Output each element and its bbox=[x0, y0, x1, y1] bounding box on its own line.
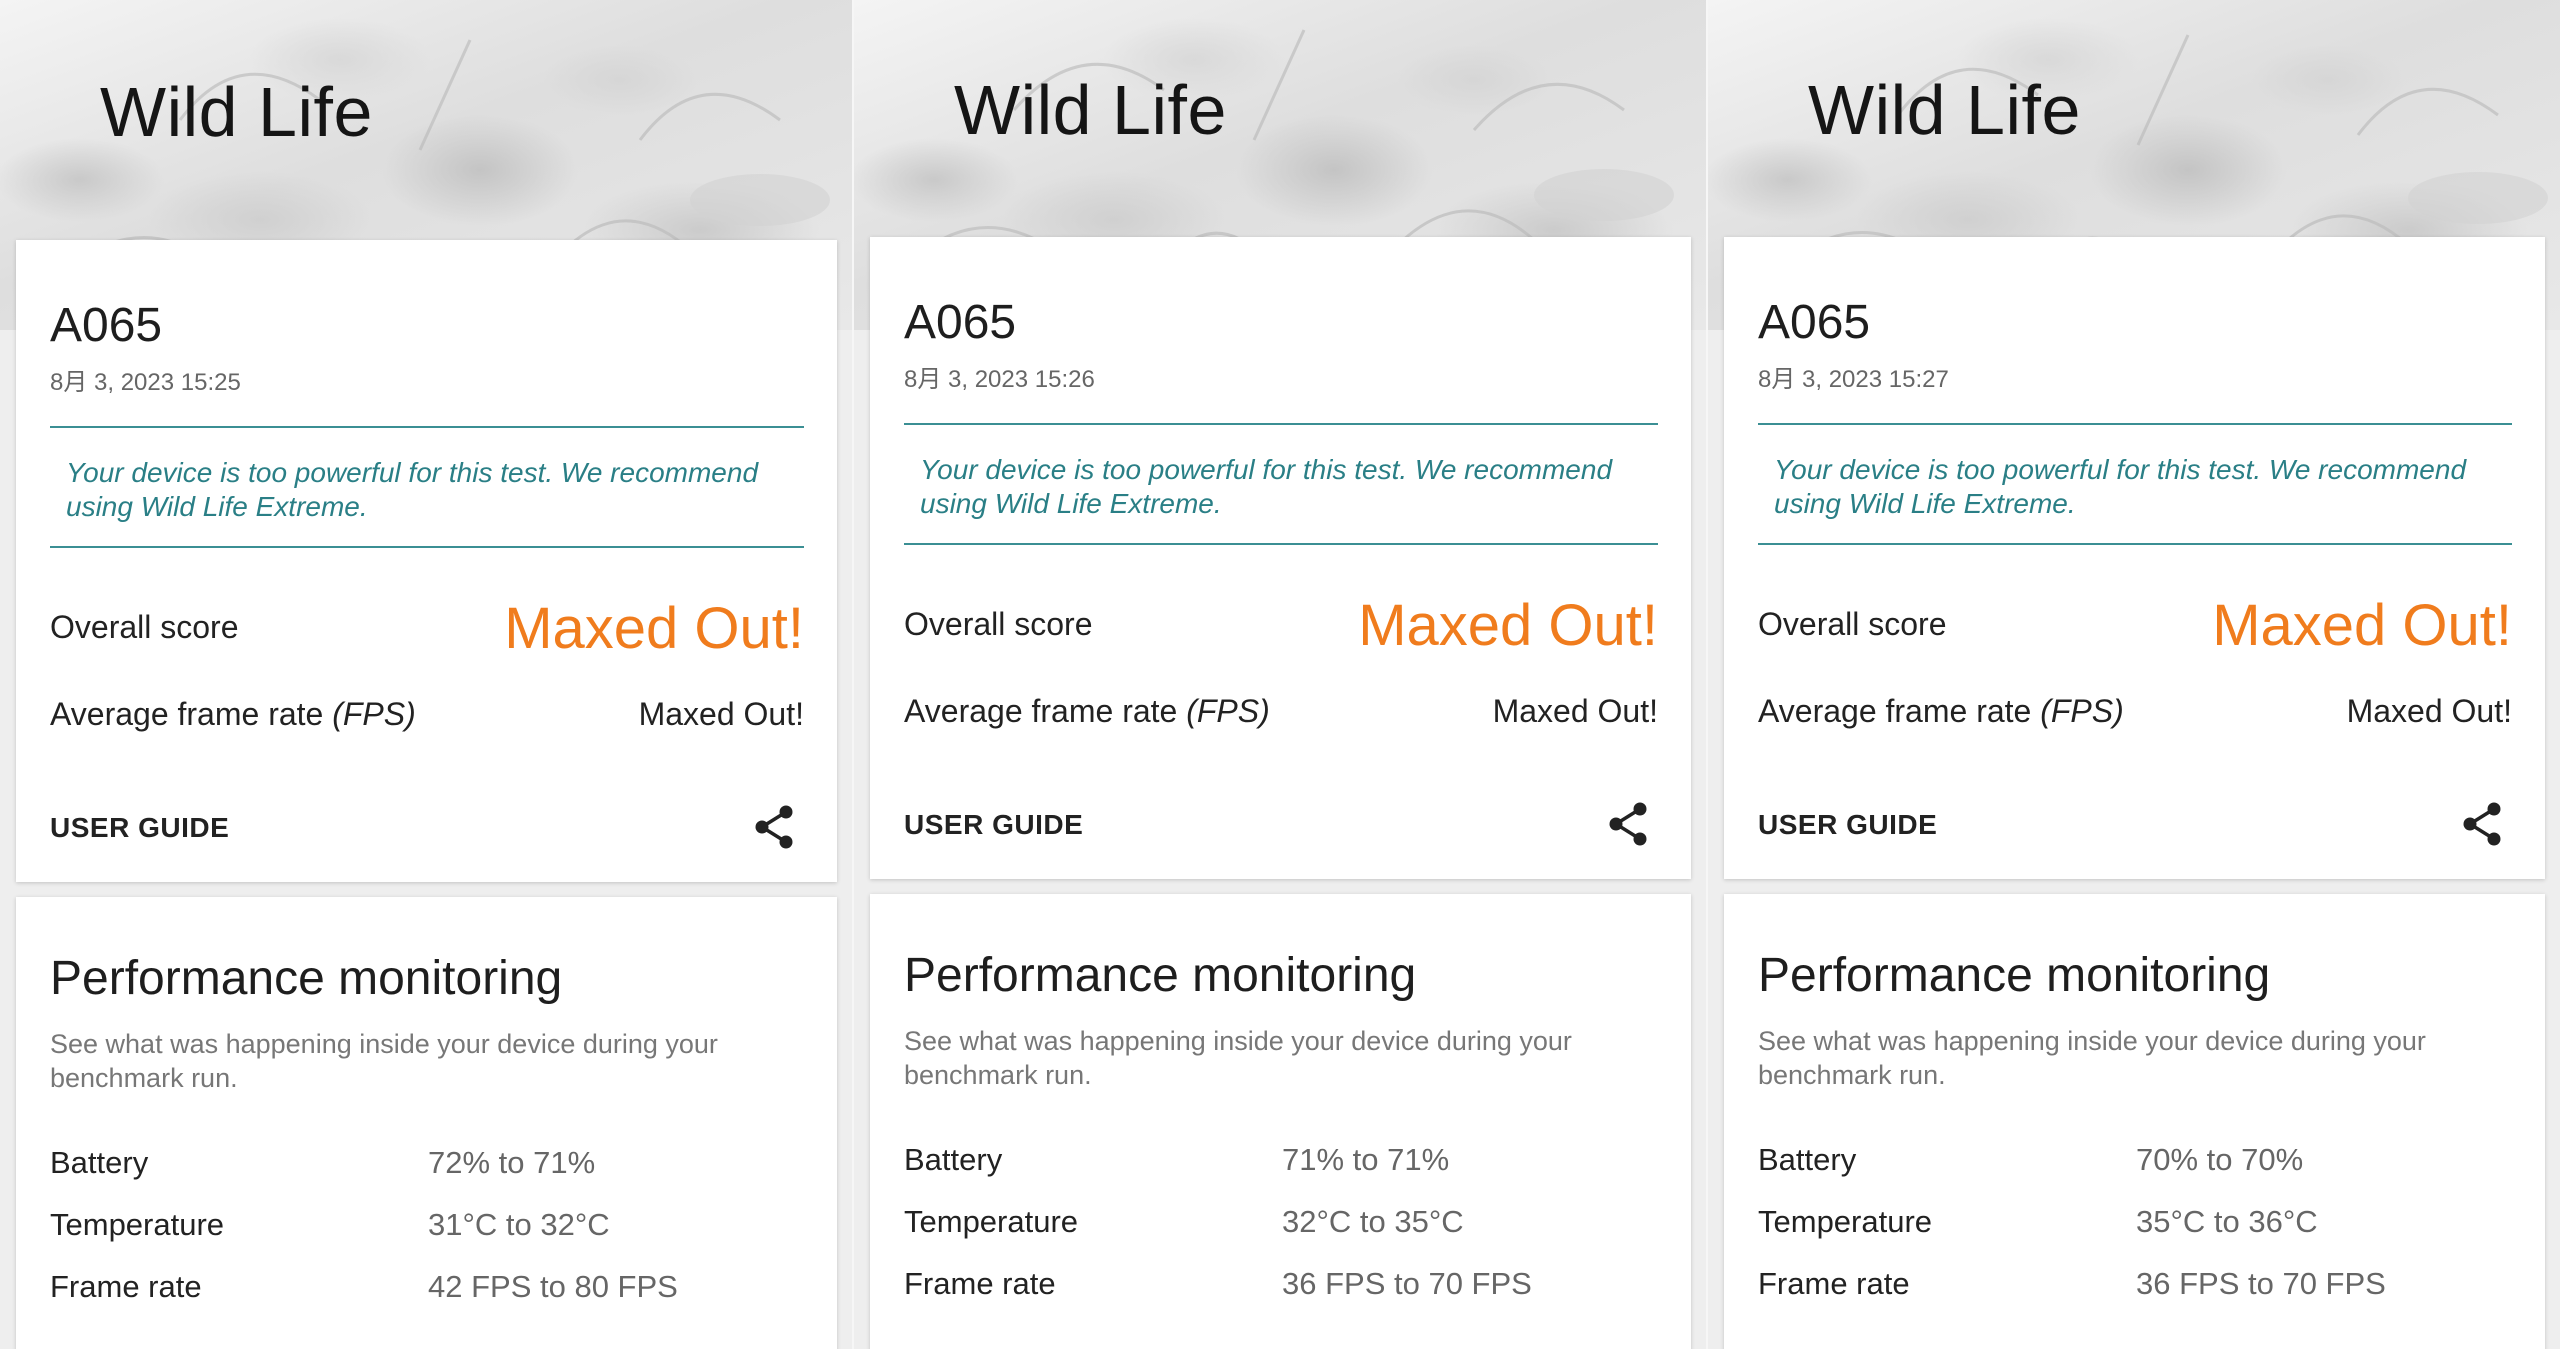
overall-score-value: Maxed Out! bbox=[504, 596, 804, 661]
metric-row-battery: Battery 70% to 70% bbox=[1758, 1142, 2518, 1186]
performance-title: Performance monitoring bbox=[904, 949, 1417, 1002]
device-name: A065 bbox=[1758, 296, 1871, 349]
user-guide-button[interactable]: USER GUIDE bbox=[50, 812, 229, 844]
metric-row-battery: Battery 72% to 71% bbox=[50, 1145, 810, 1189]
overall-score-row: Overall score Maxed Out! bbox=[904, 592, 1658, 658]
average-fps-label: Average frame rate (FPS) bbox=[904, 693, 1270, 729]
result-panel-3: Wild Life A065 8月 3, 2023 15:27 Your dev… bbox=[1706, 0, 2560, 1349]
performance-card: Performance monitoring See what was happ… bbox=[1724, 894, 2545, 1349]
share-icon[interactable] bbox=[2458, 799, 2508, 849]
average-fps-label: Average frame rate (FPS) bbox=[1758, 693, 2124, 729]
hero-title: Wild Life bbox=[954, 71, 1227, 149]
average-fps-value: Maxed Out! bbox=[2346, 693, 2512, 729]
performance-description: See what was happening inside your devic… bbox=[904, 1026, 1572, 1090]
performance-card: Performance monitoring See what was happ… bbox=[16, 897, 837, 1349]
performance-description: See what was happening inside your devic… bbox=[50, 1029, 718, 1093]
performance-card: Performance monitoring See what was happ… bbox=[870, 894, 1691, 1349]
metric-row-temperature: Temperature 31°C to 32°C bbox=[50, 1207, 810, 1251]
overall-score-label: Overall score bbox=[50, 609, 239, 645]
fps-unit: (FPS) bbox=[1186, 693, 1270, 729]
metric-label: Frame rate bbox=[904, 1266, 1056, 1301]
fps-unit: (FPS) bbox=[2040, 693, 2124, 729]
metric-label: Battery bbox=[1758, 1142, 1857, 1177]
overall-score-label: Overall score bbox=[1758, 606, 1947, 642]
metric-row-frame-rate: Frame rate 36 FPS to 70 FPS bbox=[1758, 1266, 2518, 1310]
metric-row-temperature: Temperature 35°C to 36°C bbox=[1758, 1204, 2518, 1248]
metric-label: Frame rate bbox=[1758, 1266, 1910, 1301]
metric-row-temperature: Temperature 32°C to 35°C bbox=[904, 1204, 1664, 1248]
metric-value: 36 FPS to 70 FPS bbox=[1282, 1266, 1532, 1301]
average-fps-row: Average frame rate (FPS) Maxed Out! bbox=[904, 689, 1658, 733]
notice-text: Your device is too powerful for this tes… bbox=[920, 454, 1613, 519]
device-name: A065 bbox=[904, 296, 1017, 349]
average-fps-value: Maxed Out! bbox=[1492, 693, 1658, 729]
run-date: 8月 3, 2023 15:26 bbox=[904, 366, 1095, 393]
result-card: A065 8月 3, 2023 15:27 Your device is too… bbox=[1724, 237, 2545, 879]
performance-description: See what was happening inside your devic… bbox=[1758, 1026, 2426, 1090]
metric-row-frame-rate: Frame rate 36 FPS to 70 FPS bbox=[904, 1266, 1664, 1310]
result-panel-2: Wild Life A065 8月 3, 2023 15:26 Your dev… bbox=[852, 0, 1706, 1349]
metric-label: Battery bbox=[904, 1142, 1003, 1177]
metric-value: 36 FPS to 70 FPS bbox=[2136, 1266, 2386, 1301]
metric-value: 70% to 70% bbox=[2136, 1142, 2304, 1177]
overall-score-value: Maxed Out! bbox=[1358, 593, 1658, 658]
share-icon[interactable] bbox=[750, 802, 800, 852]
user-guide-button[interactable]: USER GUIDE bbox=[1758, 809, 1937, 841]
average-fps-label: Average frame rate (FPS) bbox=[50, 696, 416, 732]
average-fps-value: Maxed Out! bbox=[638, 696, 804, 732]
notice-text: Your device is too powerful for this tes… bbox=[1774, 454, 2467, 519]
metric-value: 42 FPS to 80 FPS bbox=[428, 1269, 678, 1304]
run-date: 8月 3, 2023 15:27 bbox=[1758, 366, 1949, 393]
user-guide-button[interactable]: USER GUIDE bbox=[904, 809, 1083, 841]
hero-title: Wild Life bbox=[1808, 71, 2081, 149]
average-fps-row: Average frame rate (FPS) Maxed Out! bbox=[50, 692, 804, 736]
metric-label: Frame rate bbox=[50, 1269, 202, 1304]
metric-label: Temperature bbox=[50, 1207, 225, 1242]
fps-unit: (FPS) bbox=[332, 696, 416, 732]
hero-title: Wild Life bbox=[100, 73, 373, 151]
run-date: 8月 3, 2023 15:25 bbox=[50, 369, 241, 396]
metric-row-frame-rate: Frame rate 42 FPS to 80 FPS bbox=[50, 1269, 810, 1313]
notice-text: Your device is too powerful for this tes… bbox=[66, 457, 759, 522]
performance-title: Performance monitoring bbox=[50, 952, 563, 1005]
metric-row-battery: Battery 71% to 71% bbox=[904, 1142, 1664, 1186]
screenshot-panels: Wild Life A065 8月 3, 2023 15:25 Your dev… bbox=[0, 0, 2560, 1349]
overall-score-value: Maxed Out! bbox=[2212, 593, 2512, 658]
overall-score-row: Overall score Maxed Out! bbox=[50, 595, 804, 661]
share-icon[interactable] bbox=[1604, 799, 1654, 849]
metric-value: 31°C to 32°C bbox=[428, 1207, 610, 1242]
metric-value: 35°C to 36°C bbox=[2136, 1204, 2318, 1239]
metric-label: Temperature bbox=[904, 1204, 1079, 1239]
performance-title: Performance monitoring bbox=[1758, 949, 2271, 1002]
metric-value: 72% to 71% bbox=[428, 1145, 596, 1180]
recommendation-notice: Your device is too powerful for this tes… bbox=[50, 426, 804, 548]
result-panel-1: Wild Life A065 8月 3, 2023 15:25 Your dev… bbox=[0, 0, 852, 1349]
device-name: A065 bbox=[50, 299, 163, 352]
result-card: A065 8月 3, 2023 15:26 Your device is too… bbox=[870, 237, 1691, 879]
recommendation-notice: Your device is too powerful for this tes… bbox=[1758, 423, 2512, 545]
recommendation-notice: Your device is too powerful for this tes… bbox=[904, 423, 1658, 545]
overall-score-row: Overall score Maxed Out! bbox=[1758, 592, 2512, 658]
overall-score-label: Overall score bbox=[904, 606, 1093, 642]
metric-value: 32°C to 35°C bbox=[1282, 1204, 1464, 1239]
average-fps-row: Average frame rate (FPS) Maxed Out! bbox=[1758, 689, 2512, 733]
metric-label: Temperature bbox=[1758, 1204, 1933, 1239]
result-card: A065 8月 3, 2023 15:25 Your device is too… bbox=[16, 240, 837, 882]
metric-label: Battery bbox=[50, 1145, 149, 1180]
metric-value: 71% to 71% bbox=[1282, 1142, 1450, 1177]
